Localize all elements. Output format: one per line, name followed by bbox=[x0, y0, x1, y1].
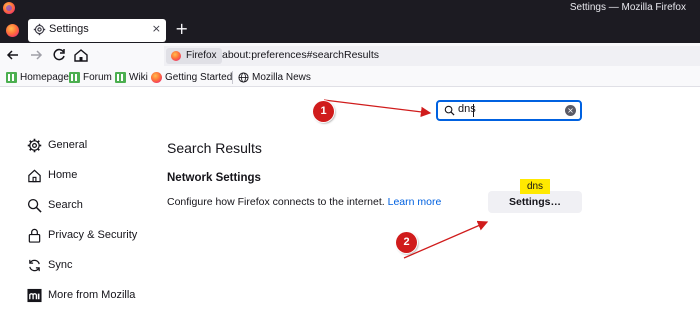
green-bookmark-icon bbox=[6, 72, 17, 83]
sidebar-item-label: Search bbox=[48, 199, 83, 211]
bookmark-getting-started[interactable]: Getting Started bbox=[151, 71, 232, 85]
bookmark-homepage[interactable]: Homepage bbox=[6, 71, 69, 85]
reload-icon[interactable] bbox=[50, 46, 68, 64]
forward-arrow-icon[interactable] bbox=[27, 46, 45, 64]
title-bar: Settings — Mozilla Firefox bbox=[0, 0, 700, 17]
sidebar-item-label: Home bbox=[48, 169, 78, 181]
navigation-bar: Firefox about:preferences#searchResults bbox=[0, 43, 700, 68]
home-icon bbox=[28, 169, 41, 183]
home-icon[interactable] bbox=[72, 46, 90, 64]
sidebar-item-more-from-mozilla[interactable]: More from Mozilla bbox=[27, 286, 167, 306]
search-highlight-tooltip: dns bbox=[520, 179, 550, 194]
globe-icon bbox=[238, 72, 249, 83]
page-title: Search Results bbox=[167, 140, 262, 156]
bookmark-label: Mozilla News bbox=[252, 72, 311, 83]
firefox-logo-icon bbox=[3, 2, 15, 14]
sidebar-item-label: More from Mozilla bbox=[48, 289, 136, 301]
sidebar-item-label: Privacy & Security bbox=[48, 229, 138, 241]
section-description: Configure how Firefox connects to the in… bbox=[167, 196, 441, 208]
description-text: Configure how Firefox connects to the in… bbox=[167, 196, 385, 208]
connection-settings-button[interactable]: Settings… bbox=[488, 191, 582, 213]
new-tab-button[interactable]: + bbox=[175, 20, 188, 38]
annotation-step-2: 2 bbox=[396, 232, 417, 253]
gear-icon bbox=[33, 23, 46, 36]
tab-title: Settings bbox=[49, 23, 89, 35]
bookmark-forum[interactable]: Forum bbox=[69, 71, 112, 85]
sidebar-item-label: Sync bbox=[48, 259, 73, 271]
learn-more-link[interactable]: Learn more bbox=[388, 196, 442, 208]
sidebar-item-label: General bbox=[48, 139, 88, 151]
url-bar[interactable]: Firefox about:preferences#searchResults bbox=[164, 46, 700, 66]
section-title: Network Settings bbox=[167, 172, 261, 184]
bookmark-separator bbox=[232, 71, 233, 84]
preferences-page: dns × General Home Search Privacy & Secu… bbox=[0, 88, 700, 319]
tab-bar: Settings × + bbox=[0, 17, 700, 43]
lock-icon bbox=[28, 228, 41, 243]
sidebar-item-privacy[interactable]: Privacy & Security bbox=[27, 226, 167, 246]
bookmark-label: Homepage bbox=[20, 72, 69, 83]
identity-box[interactable]: Firefox bbox=[166, 48, 222, 64]
sidebar-item-search[interactable]: Search bbox=[27, 196, 167, 216]
sync-icon bbox=[29, 259, 40, 272]
search-icon bbox=[27, 198, 42, 213]
sidebar-item-general[interactable]: General bbox=[27, 136, 167, 156]
bookmark-label: Wiki bbox=[129, 72, 148, 83]
firefox-view-icon[interactable] bbox=[6, 24, 19, 37]
window-title: Settings — Mozilla Firefox bbox=[569, 2, 686, 13]
firefox-icon bbox=[151, 72, 162, 83]
bookmarks-toolbar: Homepage Forum Wiki Getting Started Mozi… bbox=[0, 68, 700, 87]
green-bookmark-icon bbox=[115, 72, 126, 83]
search-input[interactable]: dns × bbox=[436, 100, 582, 121]
bookmark-label: Getting Started bbox=[165, 72, 233, 83]
search-icon bbox=[444, 105, 455, 116]
sidebar-item-sync[interactable]: Sync bbox=[27, 256, 167, 276]
green-bookmark-icon bbox=[69, 72, 80, 83]
tab-settings[interactable]: Settings × bbox=[28, 19, 166, 42]
text-caret bbox=[473, 104, 474, 117]
firefox-icon bbox=[171, 51, 181, 61]
sidebar-item-home[interactable]: Home bbox=[27, 166, 167, 186]
bookmark-label: Forum bbox=[83, 72, 112, 83]
mozilla-icon bbox=[27, 288, 42, 303]
tab-close-icon[interactable]: × bbox=[152, 22, 161, 35]
bookmark-mozilla-news[interactable]: Mozilla News bbox=[238, 71, 311, 85]
identity-label: Firefox bbox=[186, 50, 217, 61]
gear-icon bbox=[27, 138, 42, 153]
annotation-step-1: 1 bbox=[313, 101, 334, 122]
url-text[interactable]: about:preferences#searchResults bbox=[222, 49, 379, 61]
clear-search-icon[interactable]: × bbox=[565, 105, 576, 116]
back-arrow-icon[interactable] bbox=[4, 46, 22, 64]
bookmark-wiki[interactable]: Wiki bbox=[115, 71, 148, 85]
